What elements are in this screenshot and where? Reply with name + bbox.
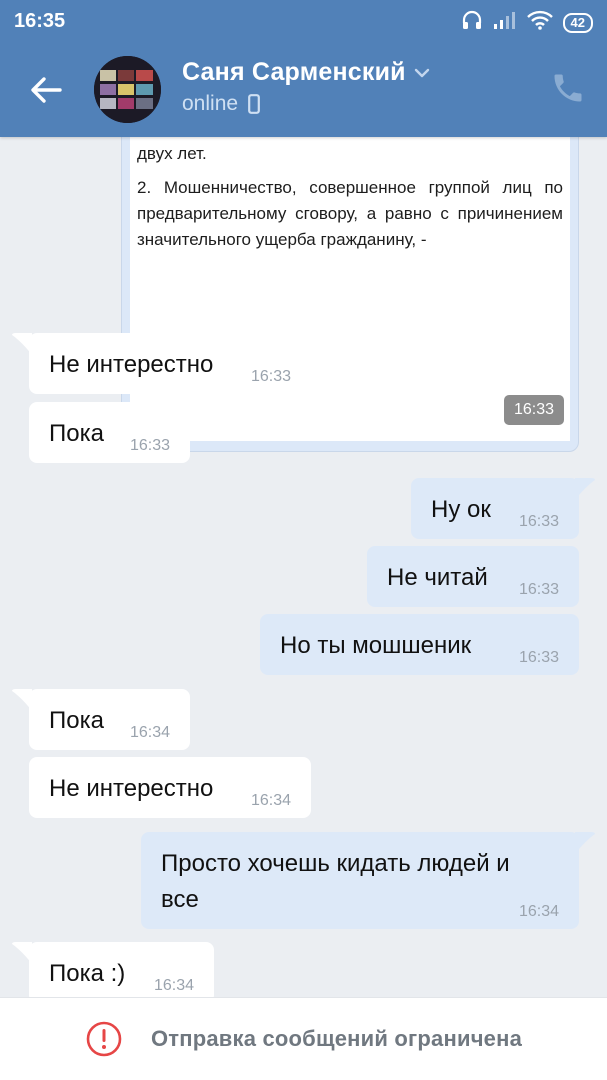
message-time: 16:34 [129,724,170,741]
chevron-down-icon [414,68,429,77]
status-time: 16:35 [14,10,66,32]
message-list[interactable]: двух лет. 2. Мошенничество, совершенное … [0,137,607,997]
message-text: Не интерестно [49,775,214,802]
bubble-tail [12,689,32,711]
message-time: 16:33 [518,649,559,666]
message-text: Пока [49,420,104,447]
document-paragraph: 2. Мошенничество, совершенное группой ли… [137,178,563,249]
outgoing-message[interactable]: Но ты мошшеник 16:33 [260,614,579,675]
message-text: Не читай [387,564,488,591]
mobile-device-icon [248,94,260,114]
outgoing-message[interactable]: Просто хочешь кидать людей и все 16:34 [141,832,579,929]
message-time: 16:33 [503,395,564,425]
outgoing-message[interactable]: Ну ок 16:33 [411,478,579,539]
message-time: 16:33 [518,581,559,598]
status-bar: 16:35 42 [0,0,607,42]
forwarded-document-message[interactable]: двух лет. 2. Мошенничество, совершенное … [121,137,579,452]
message-text: Пока :) [49,960,126,987]
back-arrow-icon [31,77,62,103]
status-text: online [182,92,239,115]
message-text: Ну ок [431,496,491,523]
back-button[interactable] [26,70,66,110]
message-time: 16:33 [518,513,559,530]
document-text: двух лет. 2. Мошенничество, совершенное … [137,141,563,261]
wifi-icon [526,10,553,35]
incoming-message[interactable]: Пока 16:33 [29,402,190,463]
contact-name-button[interactable]: Саня Сарменский [182,58,430,87]
incoming-message[interactable]: Пока 16:34 [29,689,190,750]
document-line: двух лет. [137,144,207,163]
phone-icon [554,74,582,102]
message-time: 16:34 [250,792,291,809]
incoming-message[interactable]: Не интерестно 16:33 [29,333,311,394]
battery-icon: 42 [562,12,593,33]
bubble-tail [575,832,595,854]
app-bar: 16:35 42 Саня Сарменский online [0,0,607,137]
bubble-tail [12,942,32,964]
message-text: Не интерестно [49,351,214,378]
headphones-icon [461,9,483,36]
message-time: 16:34 [518,903,559,920]
message-text: Просто хочешь кидать людей и все [161,850,510,913]
call-button[interactable] [550,70,586,106]
bubble-tail [575,478,595,500]
restriction-text: Отправка сообщений ограничена [150,1026,523,1051]
document-image[interactable]: двух лет. 2. Мошенничество, совершенное … [130,137,570,441]
message-text: Пока [49,707,104,734]
avatar[interactable] [94,56,161,123]
signal-icon [493,10,517,35]
chat-header: Саня Сарменский online [0,42,607,137]
status-icons: 42 [461,9,593,36]
message-time: 16:33 [250,368,291,385]
alert-circle-icon [86,1021,122,1057]
contact-status: online [182,92,260,116]
message-text: Но ты мошшеник [280,632,472,659]
message-time: 16:34 [153,977,194,994]
bubble-tail [12,333,32,355]
incoming-message[interactable]: Не интерестно 16:34 [29,757,311,818]
incoming-message[interactable]: Пока :) 16:34 [29,942,214,997]
outgoing-message[interactable]: Не читай 16:33 [367,546,579,607]
message-time: 16:33 [129,437,170,454]
contact-name: Саня Сарменский [182,58,406,86]
messaging-restricted-bar: Отправка сообщений ограничена [0,997,607,1080]
